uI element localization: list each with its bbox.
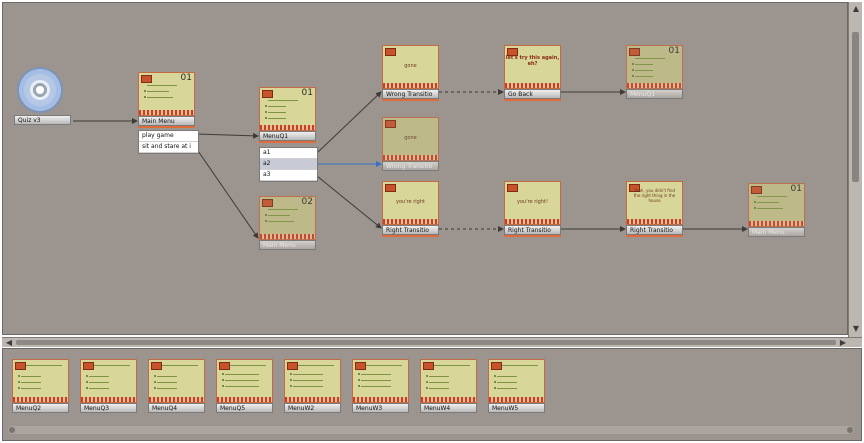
horizontal-scroll-thumb[interactable] (16, 340, 836, 345)
menu-thumbnail (148, 359, 205, 403)
menu-thumbnail: 01 (626, 45, 683, 89)
transition-badge-icon (385, 120, 396, 128)
node-caption: Wrong Transitio (382, 89, 439, 99)
node-right-transition-3[interactable]: Yeah, you didn't find the right thing in… (626, 181, 683, 237)
node-caption: Main Menu (748, 227, 805, 237)
menu-badge-icon (751, 186, 762, 194)
menuq1-choices: a1 a2 a3 (259, 147, 318, 182)
node-menuq1[interactable]: 01 MenuQ1 (259, 87, 316, 143)
main-menu-choices: play game sit and stare at i (138, 130, 199, 154)
transition-thumbnail: you're right! (504, 181, 561, 225)
node-caption: Go Back (504, 89, 561, 99)
transition-badge-icon (385, 184, 396, 192)
menu-badge-icon (151, 362, 162, 370)
transition-badge-icon (507, 184, 518, 192)
menu-thumbnail (12, 359, 69, 403)
node-menuq1-ghost[interactable]: 01 MenuQ1 (626, 45, 683, 99)
transition-badge-icon (385, 48, 396, 56)
tray-item-menuw2[interactable]: MenuW2 (284, 359, 341, 413)
node-main-menu-02[interactable]: 02 Main Menu (259, 196, 316, 250)
scroll-up-icon[interactable]: ▲ (851, 4, 861, 14)
node-caption: MenuQ1 (259, 131, 316, 141)
menu-badge-icon (15, 362, 26, 370)
node-wrong-transition[interactable]: gone Wrong Transitio (382, 45, 439, 101)
node-main-menu[interactable]: 01 Main Menu (138, 72, 195, 128)
menu-thumbnail (488, 359, 545, 403)
choice-a1[interactable]: a1 (260, 148, 317, 159)
menu-thumbnail: 02 (259, 196, 316, 240)
transition-thumbnail: let's try this again, eh? (504, 45, 561, 89)
menu-badge-icon (287, 362, 298, 370)
transition-thumbnail: you're right (382, 181, 439, 225)
node-caption: Right Transitio (626, 225, 683, 235)
menu-thumbnail: 01 (138, 72, 195, 116)
link-playgame-menuq1 (195, 132, 259, 139)
tray-item-menuq3[interactable]: MenuQ3 (80, 359, 137, 413)
tray-item-caption: MenuW5 (488, 403, 545, 413)
node-caption: Wrong Transitio (382, 161, 439, 171)
menu-thumbnail (80, 359, 137, 403)
tray-item-menuq5[interactable]: MenuQ5 (216, 359, 273, 413)
menu-badge-icon (83, 362, 94, 370)
node-caption: MenuQ1 (626, 89, 683, 99)
node-caption: Right Transitio (382, 225, 439, 235)
choice-a2[interactable]: a2 (260, 159, 317, 170)
scroll-down-icon[interactable]: ▼ (851, 324, 861, 334)
transition-thumbnail: gone (382, 45, 439, 89)
tray-item-caption: MenuW2 (284, 403, 341, 413)
menu-badge-icon (491, 362, 502, 370)
node-right-transition-2[interactable]: you're right! Right Transitio (504, 181, 561, 237)
node-right-transition-1[interactable]: you're right Right Transitio (382, 181, 439, 237)
transition-thumbnail: Yeah, you didn't find the right thing in… (626, 181, 683, 225)
tray-item-caption: MenuQ3 (80, 403, 137, 413)
menu-badge-icon (219, 362, 230, 370)
menu-thumbnail: 01 (748, 183, 805, 227)
tray-item-menuq4[interactable]: MenuQ4 (148, 359, 205, 413)
node-caption: Main Menu (138, 116, 195, 126)
link-a3-right (316, 175, 382, 229)
tray-item-menuw3[interactable]: MenuW3 (352, 359, 409, 413)
choice-play-game[interactable]: play game (139, 131, 198, 142)
tray-item-menuq2[interactable]: MenuQ2 (12, 359, 69, 413)
menu-badge-icon (423, 362, 434, 370)
menu-thumbnail (352, 359, 409, 403)
tray-item-menuw4[interactable]: MenuW4 (420, 359, 477, 413)
link-sitstare-mainmenu2 (195, 147, 259, 239)
menu-thumbnail (420, 359, 477, 403)
disc-icon[interactable] (17, 67, 63, 113)
node-main-menu-ghost[interactable]: 01 Main Menu (748, 183, 805, 237)
tray-item-caption: MenuQ2 (12, 403, 69, 413)
tray-item-caption: MenuW4 (420, 403, 477, 413)
node-go-back[interactable]: let's try this again, eh? Go Back (504, 45, 561, 101)
tray-item-caption: MenuQ5 (216, 403, 273, 413)
tray-scroll-right-knob[interactable] (847, 427, 853, 433)
transition-thumbnail: gone (382, 117, 439, 161)
menu-thumbnail (216, 359, 273, 403)
scroll-right-icon[interactable]: ▶ (838, 338, 848, 348)
choice-a3[interactable]: a3 (260, 170, 317, 181)
node-caption: Right Transitio (504, 225, 561, 235)
editor-window: Quiz v3 01 Main Menu play game sit and s… (0, 0, 864, 443)
tray-item-caption: MenuW3 (352, 403, 409, 413)
node-caption: Main Menu (259, 240, 316, 250)
vertical-scrollbar[interactable]: ▲ ▼ (848, 2, 862, 337)
menu-badge-icon (355, 362, 366, 370)
tray-item-menuw5[interactable]: MenuW5 (488, 359, 545, 413)
tray-scroll-left-knob[interactable] (9, 427, 15, 433)
start-node-caption[interactable]: Quiz v3 (14, 115, 71, 125)
menu-badge-icon (629, 48, 640, 56)
menu-thumbnail: 01 (259, 87, 316, 131)
scroll-left-icon[interactable]: ◀ (4, 338, 14, 348)
tray-scrollbar[interactable] (8, 426, 854, 434)
node-wrong-transition-2[interactable]: gone Wrong Transitio (382, 117, 439, 171)
menu-badge-icon (262, 199, 273, 207)
choice-sit-and-stare[interactable]: sit and stare at i (139, 142, 198, 153)
menu-badge-icon (141, 75, 152, 83)
vertical-scroll-thumb[interactable] (852, 32, 859, 182)
tray-item-caption: MenuQ4 (148, 403, 205, 413)
menu-thumbnail (284, 359, 341, 403)
menu-badge-icon (262, 90, 273, 98)
link-a1-wrong (316, 91, 382, 154)
horizontal-scrollbar[interactable]: ◀ ▶ (2, 337, 862, 347)
